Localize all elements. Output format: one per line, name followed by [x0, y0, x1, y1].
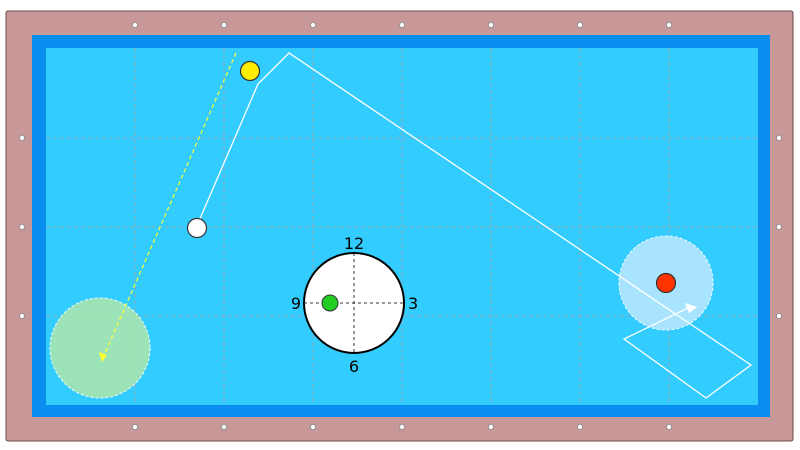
target-zone-green: [49, 297, 151, 399]
cue-ball[interactable]: [186, 217, 208, 239]
object-ball-yellow[interactable]: [239, 60, 261, 82]
spin-dot[interactable]: [321, 294, 339, 312]
clock-label-3: 3: [408, 294, 418, 313]
clock-label-12: 12: [344, 234, 364, 253]
object-ball-red[interactable]: [655, 272, 677, 294]
clock-label-6: 6: [349, 357, 359, 376]
billiards-table: 12 3 6 9: [5, 10, 794, 442]
clock-label-9: 9: [291, 294, 301, 313]
